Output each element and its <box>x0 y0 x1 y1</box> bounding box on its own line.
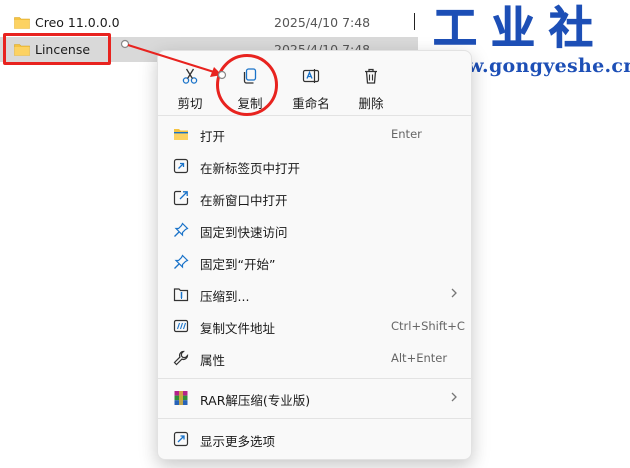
menu-item-label: 压缩到... <box>200 289 250 304</box>
menu-item-label: 在新窗口中打开 <box>200 193 288 208</box>
menu-item-label: 复制文件地址 <box>200 321 276 336</box>
menu-item-label: 固定到“开始” <box>200 257 276 272</box>
file-name: Creo 11.0.0.0 <box>35 15 120 30</box>
menu-item-shortcut: Enter <box>391 127 422 141</box>
menu-item-label: RAR解压缩(专业版) <box>200 393 311 408</box>
menu-item-rar-extract[interactable]: RAR解压缩(专业版) <box>162 383 467 413</box>
file-row-creo[interactable]: Creo 11.0.0.0 2025/4/10 7:48 <box>0 10 418 35</box>
cut-button[interactable]: 剪切 <box>168 65 212 111</box>
cut-label: 剪切 <box>177 96 203 111</box>
menu-item-shortcut: Ctrl+Shift+C <box>391 319 465 333</box>
menu-item-open-new-tab[interactable]: 在新标签页中打开 <box>162 151 467 181</box>
rename-label: 重命名 <box>292 96 330 111</box>
menu-item-copy-path[interactable]: 复制文件地址 Ctrl+Shift+C <box>162 311 467 341</box>
folder-icon <box>14 17 30 29</box>
rename-button[interactable]: 重命名 <box>289 65 333 111</box>
new-window-icon <box>173 190 189 206</box>
menu-item-properties[interactable]: 属性 Alt+Enter <box>162 343 467 373</box>
folder-open-icon <box>174 129 188 140</box>
annotation-circle <box>216 54 278 116</box>
pin-start-icon <box>174 254 189 269</box>
menu-separator <box>158 378 473 379</box>
menu-item-shortcut: Alt+Enter <box>391 351 448 365</box>
chevron-right-icon <box>451 392 457 402</box>
zip-icon <box>173 288 189 302</box>
menu-item-label: 固定到快速访问 <box>200 225 288 240</box>
menu-item-show-more-options[interactable]: 显示更多选项 <box>162 424 467 454</box>
file-date: 2025/4/10 7:48 <box>274 15 371 30</box>
delete-label: 删除 <box>358 96 384 111</box>
menu-item-pin-start[interactable]: 固定到“开始” <box>162 247 467 277</box>
chevron-right-icon <box>451 288 457 298</box>
menu-item-label: 在新标签页中打开 <box>200 161 301 176</box>
column-divider <box>414 13 415 30</box>
menu-item-label: 属性 <box>200 353 226 368</box>
menu-separator <box>158 115 473 116</box>
new-tab-icon <box>173 158 189 174</box>
menu-item-pin-quick-access[interactable]: 固定到快速访问 <box>162 215 467 245</box>
menu-item-compress-to[interactable]: 压缩到... <box>162 279 467 309</box>
watermark-title: 工业社 <box>433 3 607 54</box>
rename-icon <box>302 69 320 83</box>
menu-item-open-new-window[interactable]: 在新窗口中打开 <box>162 183 467 213</box>
wrench-icon <box>173 350 189 366</box>
pin-icon <box>174 222 189 237</box>
menu-item-label: 打开 <box>200 129 226 144</box>
delete-button[interactable]: 删除 <box>349 65 393 111</box>
menu-separator <box>158 418 473 419</box>
copy-path-icon <box>173 319 189 333</box>
context-menu: 剪切 复制 重命名 删除 打开 Enter 在新标签页中打开 在新窗口中打开 固… <box>157 50 473 460</box>
trash-icon <box>365 68 377 84</box>
scissors-icon <box>182 68 198 84</box>
rar-icon <box>174 391 188 405</box>
annotation-highlight-box <box>3 33 111 65</box>
menu-item-open[interactable]: 打开 Enter <box>162 119 467 149</box>
menu-item-label: 显示更多选项 <box>200 434 276 449</box>
more-options-icon <box>173 431 189 447</box>
